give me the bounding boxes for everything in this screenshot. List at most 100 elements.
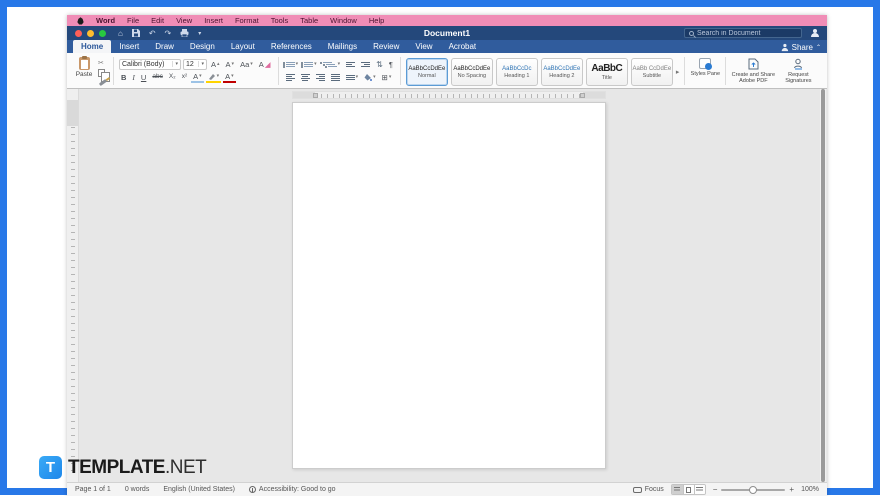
menu-table[interactable]: Table (300, 16, 318, 25)
superscript-button[interactable]: x² (180, 73, 189, 82)
style-normal[interactable]: AaBbCcDdEe Normal (405, 58, 448, 86)
show-paragraph-marks-button[interactable]: ¶ (387, 60, 395, 70)
view-mode-web[interactable] (693, 485, 705, 494)
title-bar: ⌂ ↶ ↷ ▾ Document1 (67, 26, 827, 40)
adobe-pdf-button[interactable]: Create and Share Adobe PDF (731, 55, 775, 87)
paste-label: Paste (75, 71, 93, 78)
tab-insert[interactable]: Insert (111, 40, 147, 53)
zoom-slider-track[interactable] (721, 485, 786, 494)
view-mode-draft[interactable] (671, 485, 683, 494)
underline-button[interactable]: U (139, 73, 148, 83)
home-icon[interactable]: ⌂ (118, 29, 123, 38)
apple-menu-icon[interactable] (77, 17, 84, 25)
indent-marker-right[interactable] (580, 93, 585, 98)
increase-indent-button[interactable] (359, 61, 372, 68)
font-size-combo[interactable]: 12 ▾ (183, 58, 207, 70)
tab-view[interactable]: View (407, 40, 440, 53)
indent-marker-left[interactable] (313, 93, 318, 98)
word-count[interactable]: 0 words (125, 486, 150, 493)
style-subtitle[interactable]: AaBb CcDdEe Subtitle (630, 58, 673, 86)
accessibility-status[interactable]: Accessibility: Good to go (248, 486, 336, 493)
print-icon[interactable] (180, 29, 189, 37)
zoom-out-button[interactable]: − (713, 485, 718, 494)
menu-window[interactable]: Window (330, 16, 357, 25)
styles-pane-button[interactable]: Styles Pane (690, 55, 720, 87)
search-box[interactable] (684, 28, 802, 38)
vertical-scrollbar[interactable] (820, 89, 826, 482)
highlight-button[interactable]: ▾ (205, 72, 222, 83)
shrink-font-button[interactable]: A ▾ (224, 60, 237, 70)
style-heading-1[interactable]: AaBbCcDc Heading 1 (495, 58, 538, 86)
zoom-slider-thumb[interactable] (749, 485, 758, 494)
zoom-window-button[interactable] (99, 29, 106, 37)
search-input[interactable] (697, 29, 797, 37)
subscript-button[interactable]: X₂ (167, 73, 178, 82)
zoom-in-button[interactable]: + (789, 485, 794, 494)
font-name-combo[interactable]: Calibri (Body) ▾ (119, 58, 181, 70)
style-no-spacing[interactable]: AaBbCcDdEe No Spacing (450, 58, 493, 86)
menu-format[interactable]: Format (235, 16, 259, 25)
save-icon[interactable] (131, 29, 140, 37)
focus-toggle[interactable]: Focus (632, 486, 664, 493)
tab-home[interactable]: Home (73, 40, 112, 53)
bold-button[interactable]: B (119, 73, 128, 83)
scrollbar-thumb[interactable] (821, 89, 825, 482)
justify-button[interactable] (329, 73, 342, 82)
clear-formatting-button[interactable]: A ◢ (257, 60, 273, 70)
page-count[interactable]: Page 1 of 1 (75, 486, 111, 493)
menu-help[interactable]: Help (369, 16, 384, 25)
grow-font-button[interactable]: A ▴ (209, 60, 222, 70)
account-icon[interactable] (810, 28, 819, 38)
borders-button[interactable]: ⊞ ▾ (380, 73, 394, 83)
strikethrough-button[interactable]: abc (150, 73, 164, 82)
change-case-button[interactable]: Aa ▾ (238, 60, 255, 70)
italic-button[interactable]: I (130, 73, 137, 83)
language-status[interactable]: English (United States) (163, 486, 235, 493)
copy-icon[interactable] (98, 68, 110, 82)
align-center-button[interactable] (299, 73, 312, 82)
paste-button[interactable]: Paste (71, 55, 97, 87)
menu-insert[interactable]: Insert (204, 16, 223, 25)
undo-icon[interactable]: ↶ (149, 29, 156, 38)
numbered-list-button[interactable]: ▾ (301, 61, 319, 68)
multilevel-list-button[interactable]: ▾ (319, 61, 343, 68)
menu-edit[interactable]: Edit (151, 16, 164, 25)
vertical-ruler-ticks (71, 127, 75, 472)
document-page[interactable] (292, 102, 606, 469)
tab-review[interactable]: Review (365, 40, 407, 53)
tab-layout[interactable]: Layout (223, 40, 263, 53)
redo-icon[interactable]: ↷ (165, 29, 172, 38)
line-spacing-button[interactable]: ▾ (344, 74, 361, 81)
more-styles-icon[interactable]: ▸ (676, 68, 680, 76)
ruler-left-margin (293, 92, 315, 98)
style-heading-2[interactable]: AaBbCcDdEe Heading 2 (540, 58, 583, 86)
minimize-window-button[interactable] (87, 29, 94, 37)
qat-customize-icon[interactable]: ▾ (198, 30, 201, 37)
text-effects-button[interactable]: A ▾ (191, 72, 204, 84)
menu-file[interactable]: File (127, 16, 139, 25)
tab-draw[interactable]: Draw (147, 40, 182, 53)
share-button[interactable]: Share ⌃ (780, 43, 821, 53)
tab-acrobat[interactable]: Acrobat (441, 40, 485, 53)
cut-icon[interactable]: ✂ (98, 59, 107, 67)
style-title[interactable]: AaBbC Title (585, 58, 628, 86)
align-left-button[interactable] (284, 73, 297, 82)
decrease-indent-button[interactable] (344, 61, 357, 68)
zoom-level[interactable]: 100% (801, 486, 819, 493)
menu-word[interactable]: Word (96, 16, 115, 25)
font-size-dropdown-icon: ▾ (198, 61, 204, 68)
shading-button[interactable]: ▾ (362, 73, 378, 82)
align-right-button[interactable] (314, 73, 327, 82)
view-mode-print-layout[interactable] (682, 485, 694, 494)
sort-button[interactable]: ⇅ (374, 60, 385, 70)
font-color-button[interactable]: A ▾ (223, 72, 236, 84)
request-signatures-button[interactable]: Request Signatures (779, 55, 817, 87)
tab-mailings[interactable]: Mailings (320, 40, 365, 53)
document-title: Document1 (423, 28, 471, 38)
close-window-button[interactable] (75, 29, 82, 37)
menu-tools[interactable]: Tools (271, 16, 289, 25)
tab-design[interactable]: Design (182, 40, 223, 53)
tab-references[interactable]: References (263, 40, 320, 53)
bullet-list-button[interactable]: ▾ (282, 61, 301, 68)
menu-view[interactable]: View (176, 16, 192, 25)
